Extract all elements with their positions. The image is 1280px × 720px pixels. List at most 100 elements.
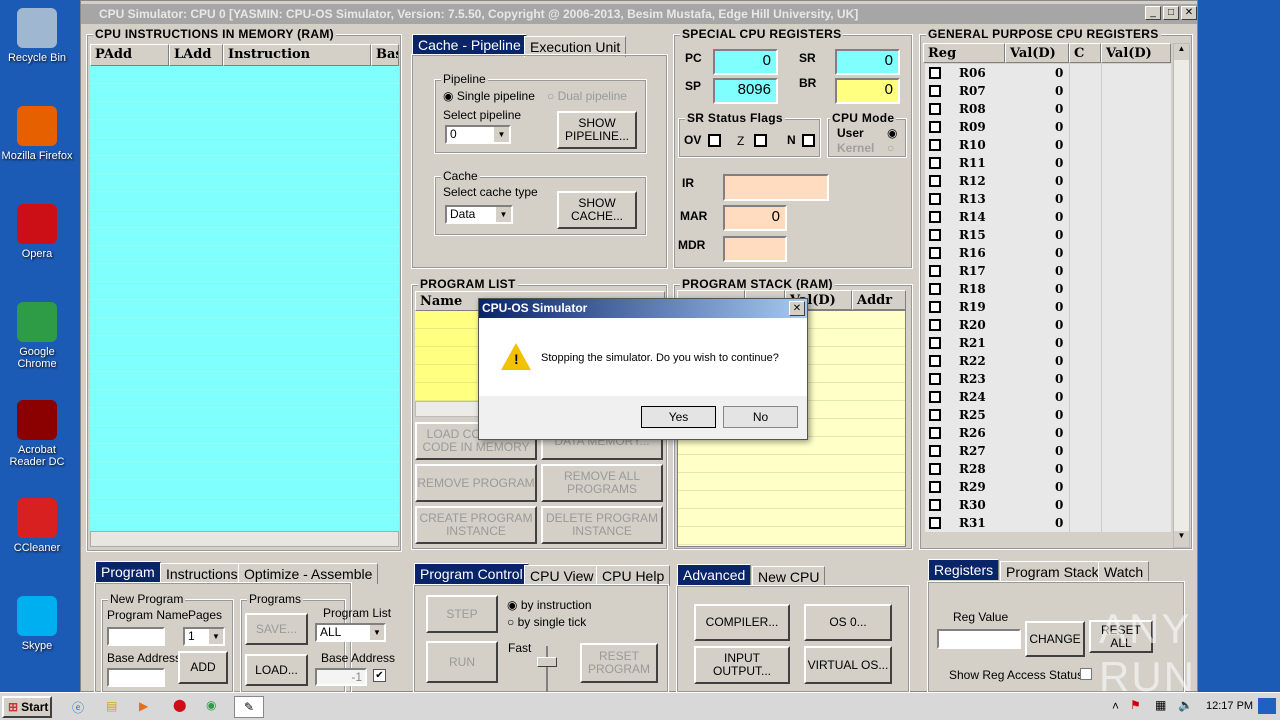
br-field[interactable]: 0 [835, 78, 900, 104]
scroll-down-icon[interactable]: ▼ [1174, 531, 1189, 547]
register-checkbox[interactable] [929, 121, 941, 133]
register-row[interactable]: R19 0 [925, 298, 1171, 316]
register-row[interactable]: R24 0 [925, 388, 1171, 406]
register-row[interactable]: R18 0 [925, 280, 1171, 298]
col-base[interactable]: Bas [371, 44, 399, 66]
minimize-button[interactable]: _ [1145, 6, 1161, 20]
show-desktop-button[interactable] [1258, 698, 1276, 714]
start-button[interactable]: ⊞ Start [2, 696, 52, 718]
tab-new-cpu[interactable]: New CPU [752, 566, 826, 587]
register-checkbox[interactable] [929, 193, 941, 205]
register-row[interactable]: R30 0 [925, 496, 1171, 514]
register-checkbox[interactable] [929, 445, 941, 457]
register-checkbox[interactable] [929, 391, 941, 403]
ir-field[interactable] [723, 174, 829, 201]
col-c[interactable]: C [1069, 43, 1101, 63]
register-row[interactable]: R15 0 [925, 226, 1171, 244]
register-row[interactable]: R28 0 [925, 460, 1171, 478]
register-row[interactable]: R17 0 [925, 262, 1171, 280]
register-row[interactable]: R11 0 [925, 154, 1171, 172]
desktop-icon[interactable]: Acrobat Reader DC [0, 400, 74, 468]
col-reg[interactable]: Reg [923, 43, 1005, 63]
pages-select[interactable]: 1 ▼ [183, 627, 225, 646]
network-icon[interactable]: ▦ [1155, 698, 1166, 712]
register-checkbox[interactable] [929, 247, 941, 259]
show-access-checkbox[interactable] [1080, 668, 1092, 680]
show-hidden-icons[interactable]: ˄ [1112, 699, 1119, 713]
yes-button[interactable]: Yes [641, 406, 716, 428]
col-ladd[interactable]: LAdd [169, 44, 223, 66]
sp-field[interactable]: 8096 [713, 78, 778, 104]
base-address-checkbox[interactable]: ✔ [373, 669, 386, 682]
register-row[interactable]: R25 0 [925, 406, 1171, 424]
register-checkbox[interactable] [929, 427, 941, 439]
desktop-icon[interactable]: Skype [0, 596, 74, 652]
register-row[interactable]: R14 0 [925, 208, 1171, 226]
n-checkbox[interactable] [802, 134, 815, 147]
z-checkbox[interactable] [754, 134, 767, 147]
desktop-icon[interactable]: CCleaner [0, 498, 74, 554]
register-row[interactable]: R21 0 [925, 334, 1171, 352]
speed-slider-handle[interactable] [537, 657, 557, 667]
stack-col-addr[interactable]: Addr [852, 290, 906, 310]
base-address-input[interactable] [107, 668, 165, 687]
tab-program-stack[interactable]: Program Stack [1000, 561, 1105, 582]
tab-advanced[interactable]: Advanced [677, 564, 752, 585]
register-row[interactable]: R13 0 [925, 190, 1171, 208]
reg-value-input[interactable] [937, 629, 1021, 649]
tab-optimize-assemble[interactable]: Optimize - Assemble [238, 563, 379, 584]
sr-field[interactable]: 0 [835, 49, 900, 75]
register-row[interactable]: R23 0 [925, 370, 1171, 388]
register-row[interactable]: R12 0 [925, 172, 1171, 190]
register-row[interactable]: R07 0 [925, 82, 1171, 100]
col-val[interactable]: Val(D) [1005, 43, 1069, 63]
delete-instance-button[interactable]: DELETE PROGRAM INSTANCE [541, 506, 663, 544]
ie-icon[interactable]: ⓔ [72, 699, 84, 716]
register-row[interactable]: R09 0 [925, 118, 1171, 136]
clock[interactable]: 12:17 PM [1206, 700, 1253, 712]
col-padd[interactable]: PAdd [90, 44, 169, 66]
by-tick-radio[interactable]: ○ by single tick [507, 615, 586, 629]
pc-field[interactable]: 0 [713, 49, 778, 75]
memory-hscrollbar[interactable] [90, 531, 399, 547]
run-button[interactable]: RUN [426, 641, 498, 683]
input-output-button[interactable]: INPUT OUTPUT... [694, 646, 790, 684]
register-row[interactable]: R10 0 [925, 136, 1171, 154]
speed-slider-track[interactable] [546, 646, 548, 693]
tab-program-control[interactable]: Program Control [414, 563, 529, 584]
program-list-select[interactable]: ALL ▼ [315, 623, 386, 642]
show-pipeline-button[interactable]: SHOW PIPELINE... [557, 111, 637, 149]
register-checkbox[interactable] [929, 319, 941, 331]
programs-base-input[interactable]: -1 [315, 668, 367, 686]
tab-cpu-help[interactable]: CPU Help [596, 565, 671, 586]
desktop-icon[interactable]: Opera [0, 204, 74, 260]
register-checkbox[interactable] [929, 103, 941, 115]
tab-instructions[interactable]: Instructions [160, 563, 244, 584]
show-cache-button[interactable]: SHOW CACHE... [557, 191, 637, 229]
register-row[interactable]: R31 0 [925, 514, 1171, 532]
tab-cpu-view[interactable]: CPU View [524, 565, 600, 586]
by-instruction-radio[interactable]: ◉ by instruction [507, 598, 592, 612]
volume-icon[interactable]: 🔈 [1178, 698, 1193, 712]
mar-field[interactable]: 0 [723, 205, 787, 231]
dual-pipeline-radio[interactable]: ○ Dual pipeline [547, 89, 627, 103]
kernel-mode-radio[interactable]: ○ [887, 141, 894, 155]
step-button[interactable]: STEP [426, 595, 498, 633]
register-checkbox[interactable] [929, 301, 941, 313]
tab-watch[interactable]: Watch [1098, 561, 1150, 582]
register-checkbox[interactable] [929, 229, 941, 241]
reset-program-button[interactable]: RESET PROGRAM [580, 643, 658, 683]
desktop-icon[interactable]: Google Chrome [0, 302, 74, 370]
register-row[interactable]: R29 0 [925, 478, 1171, 496]
register-checkbox[interactable] [929, 337, 941, 349]
register-row[interactable]: R26 0 [925, 424, 1171, 442]
os-button[interactable]: OS 0... [804, 604, 892, 641]
ov-checkbox[interactable] [708, 134, 721, 147]
save-button[interactable]: SAVE... [245, 613, 308, 645]
register-checkbox[interactable] [929, 463, 941, 475]
register-row[interactable]: R27 0 [925, 442, 1171, 460]
maximize-button[interactable]: □ [1163, 6, 1179, 20]
col-val2[interactable]: Val(D) [1101, 43, 1171, 63]
register-checkbox[interactable] [929, 175, 941, 187]
tab-registers[interactable]: Registers [928, 559, 1000, 580]
